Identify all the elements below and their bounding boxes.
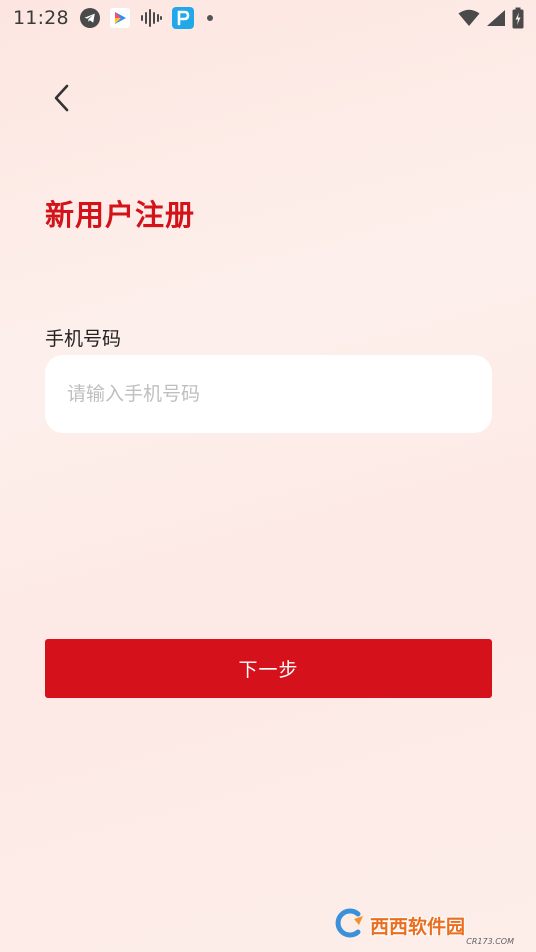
system-icons: [458, 7, 524, 29]
telegram-icon: [79, 7, 101, 29]
watermark: 西西软件园 CR173.COM: [332, 906, 522, 946]
watermark-subtext: CR173.COM: [466, 937, 514, 946]
chevron-left-icon: [51, 83, 73, 117]
video-app-icon: [109, 7, 131, 29]
notification-icons: [79, 6, 217, 30]
audio-waveform-icon: [139, 7, 163, 29]
phone-label: 手机号码: [45, 328, 122, 350]
wifi-icon: [458, 9, 480, 27]
next-step-button[interactable]: 下一步: [45, 639, 492, 698]
watermark-logo-icon: [332, 906, 366, 944]
phone-input-container: [45, 355, 492, 433]
parking-app-icon: [171, 6, 195, 30]
page-title: 新用户注册: [45, 198, 196, 232]
phone-input[interactable]: [65, 382, 472, 406]
watermark-text: 西西软件园: [370, 915, 466, 938]
battery-charging-icon: [512, 7, 524, 29]
dot-icon: [203, 11, 217, 25]
cellular-signal-icon: [486, 9, 506, 27]
status-bar: 11:28: [0, 0, 536, 36]
status-time: 11:28: [13, 7, 69, 29]
back-button[interactable]: [40, 78, 84, 122]
